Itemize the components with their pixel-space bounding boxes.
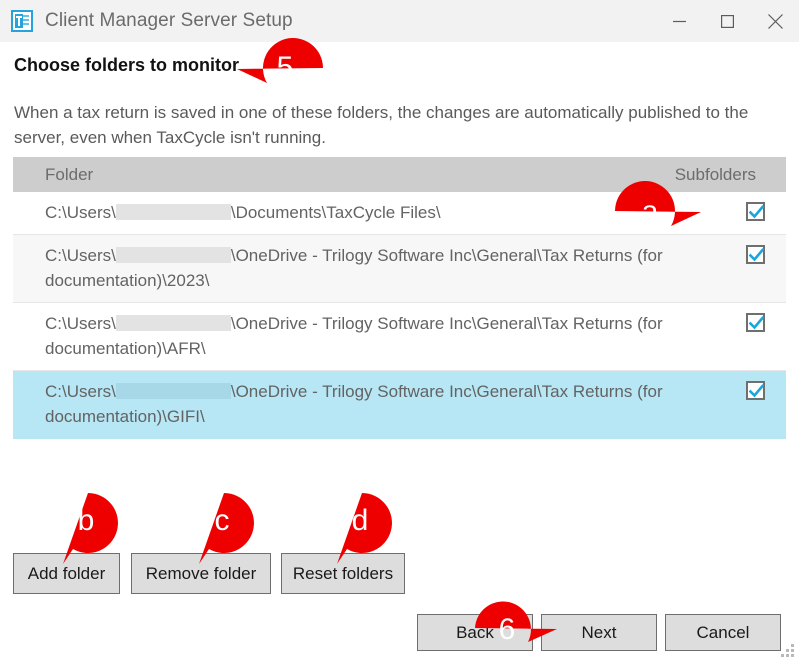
redacted-username: [115, 315, 231, 331]
subfolders-checkbox[interactable]: [745, 202, 765, 221]
resize-grip[interactable]: [781, 644, 795, 658]
back-button[interactable]: Back: [417, 614, 533, 651]
minimize-icon[interactable]: [655, 0, 703, 42]
maximize-icon[interactable]: [703, 0, 751, 42]
folder-path-text: C:\Users\ \OneDrive - Trilogy Software In…: [45, 246, 668, 290]
close-icon[interactable]: [751, 0, 799, 42]
window-title: Client Manager Server Setup: [45, 10, 293, 31]
redacted-username: [115, 383, 231, 399]
table-header-row: Folder Subfolders: [13, 157, 786, 192]
cancel-button[interactable]: Cancel: [665, 614, 781, 651]
table-row[interactable]: C:\Users\ \OneDrive - Trilogy Software In…: [13, 235, 786, 303]
subfolders-cell: [724, 235, 786, 264]
subfolders-checkbox[interactable]: [745, 313, 765, 332]
table-body: C:\Users\ \Documents\TaxCycle Files\ C:\Us…: [13, 192, 786, 439]
folder-path-text: C:\Users\ \OneDrive - Trilogy Software In…: [45, 314, 668, 358]
callout-d-label: d: [351, 504, 369, 537]
subfolders-cell: [724, 192, 786, 221]
check-icon: [748, 384, 764, 398]
callout-b-label: b: [77, 504, 95, 537]
page-description: When a tax return is saved in one of the…: [14, 103, 749, 147]
check-icon: [748, 248, 764, 262]
next-button[interactable]: Next: [541, 614, 657, 651]
column-header-subfolders: Subfolders: [674, 164, 756, 184]
window-controls: [655, 0, 799, 42]
page-title: Choose folders to monitor: [14, 55, 239, 75]
remove-folder-button[interactable]: Remove folder: [131, 553, 271, 594]
callout-5: 5: [237, 38, 323, 98]
redacted-username: [115, 247, 231, 263]
subfolders-cell: [724, 303, 786, 332]
folders-table: Folder Subfolders C:\Users\ \Documents\Ta…: [13, 157, 786, 439]
check-icon: [748, 316, 764, 330]
subfolders-cell: [724, 371, 786, 400]
table-row[interactable]: C:\Users\ \Documents\TaxCycle Files\: [13, 192, 786, 235]
column-header-folder: Folder: [45, 164, 94, 184]
subfolders-checkbox[interactable]: [745, 381, 765, 400]
taxcycle-app-icon: [11, 10, 33, 32]
table-row[interactable]: C:\Users\ \OneDrive - Trilogy Software In…: [13, 371, 786, 439]
table-row[interactable]: C:\Users\ \OneDrive - Trilogy Software In…: [13, 303, 786, 371]
add-folder-button[interactable]: Add folder: [13, 553, 120, 594]
title-bar: Client Manager Server Setup: [0, 0, 799, 42]
callout-5-label: 5: [276, 51, 294, 84]
callout-c-label: c: [214, 504, 230, 537]
reset-folders-button[interactable]: Reset folders: [281, 553, 405, 594]
subfolders-checkbox[interactable]: [745, 245, 765, 264]
redacted-username: [115, 204, 231, 220]
folder-path-text: C:\Users\ \OneDrive - Trilogy Software In…: [45, 382, 668, 426]
check-icon: [748, 205, 764, 219]
folder-path-text: C:\Users\ \Documents\TaxCycle Files\: [45, 203, 441, 222]
